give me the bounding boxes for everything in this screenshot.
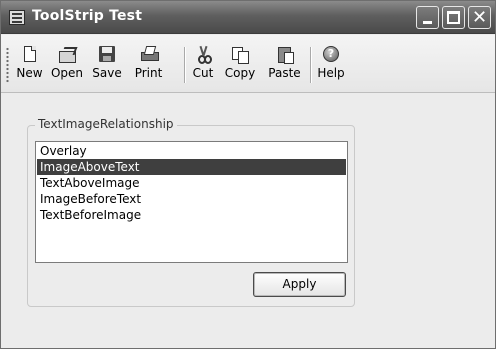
- open-label: Open: [50, 66, 84, 80]
- maximize-button[interactable]: [442, 6, 465, 29]
- help-label: Help: [317, 66, 345, 80]
- app-window: ToolStrip Test ✕ New Open Save Print Cut…: [0, 0, 496, 349]
- copy-label: Copy: [224, 66, 256, 80]
- list-item[interactable]: TextBeforeImage: [37, 207, 346, 223]
- save-label: Save: [92, 66, 122, 80]
- list-item[interactable]: Overlay: [37, 143, 346, 159]
- print-label: Print: [134, 66, 163, 80]
- title-bar[interactable]: ToolStrip Test ✕: [1, 1, 495, 34]
- help-icon: [323, 46, 339, 62]
- save-disk-icon: [99, 46, 115, 62]
- new-button[interactable]: New: [13, 46, 46, 88]
- copy-icon: [232, 46, 249, 64]
- open-button[interactable]: Open: [46, 46, 88, 88]
- toolbar-separator: [184, 47, 185, 83]
- new-label: New: [16, 66, 43, 80]
- app-icon[interactable]: [9, 10, 25, 25]
- printer-icon: [140, 46, 159, 62]
- help-button[interactable]: Help: [313, 46, 349, 88]
- apply-button[interactable]: Apply: [253, 272, 346, 297]
- new-document-icon: [23, 46, 36, 62]
- maximize-icon: [447, 11, 460, 24]
- close-button[interactable]: ✕: [468, 6, 491, 29]
- list-item[interactable]: ImageBeforeText: [37, 191, 346, 207]
- window-title: ToolStrip Test: [32, 8, 143, 24]
- group-label: TextImageRelationship: [35, 117, 177, 131]
- cut-button[interactable]: Cut: [187, 45, 219, 88]
- save-button[interactable]: Save: [88, 46, 126, 88]
- paste-icon: [277, 46, 294, 64]
- toolstrip: New Open Save Print Cut Copy Paste ? Hel…: [1, 35, 495, 93]
- list-item-selected[interactable]: ImageAboveText: [37, 159, 346, 175]
- minimize-button[interactable]: [416, 6, 439, 29]
- toolbar-separator: [310, 47, 311, 83]
- toolstrip-grip[interactable]: [6, 47, 9, 83]
- paste-button[interactable]: Paste: [261, 46, 308, 88]
- scissors-icon: [195, 45, 212, 64]
- list-item[interactable]: TextAboveImage: [37, 175, 346, 191]
- paste-label: Paste: [268, 66, 301, 80]
- relationship-listbox[interactable]: Overlay ImageAboveText TextAboveImage Im…: [35, 141, 348, 263]
- copy-button[interactable]: Copy: [219, 46, 261, 88]
- open-folder-icon: [59, 46, 76, 63]
- close-icon: ✕: [471, 7, 488, 28]
- print-button[interactable]: Print: [127, 46, 170, 88]
- minimize-icon: [423, 21, 432, 24]
- cut-label: Cut: [192, 66, 214, 80]
